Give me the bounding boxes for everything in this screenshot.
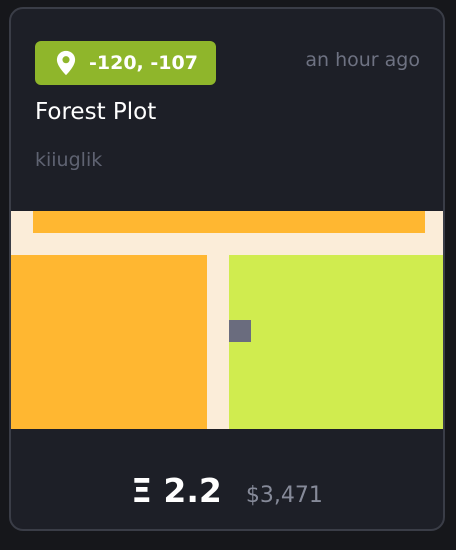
district-tile-top: [33, 211, 425, 233]
coordinates-badge: -120, -107: [35, 41, 216, 85]
usd-price: $3,471: [245, 483, 323, 508]
price-row: Ξ 2.2 $3,471: [11, 471, 443, 510]
selected-parcel-marker: [229, 320, 251, 342]
map-pin-icon: [56, 50, 76, 76]
parcel-tile: [229, 255, 443, 429]
district-tile-left: [11, 255, 207, 429]
coordinates-text: -120, -107: [89, 52, 198, 74]
owner-name[interactable]: kiiuglik: [35, 149, 102, 171]
parcel-card[interactable]: -120, -107 an hour ago Forest Plot kiiug…: [9, 7, 445, 531]
timestamp: an hour ago: [305, 49, 420, 71]
eth-price: Ξ 2.2: [131, 471, 222, 510]
parcel-map[interactable]: [11, 211, 443, 429]
parcel-title: Forest Plot: [35, 99, 157, 125]
